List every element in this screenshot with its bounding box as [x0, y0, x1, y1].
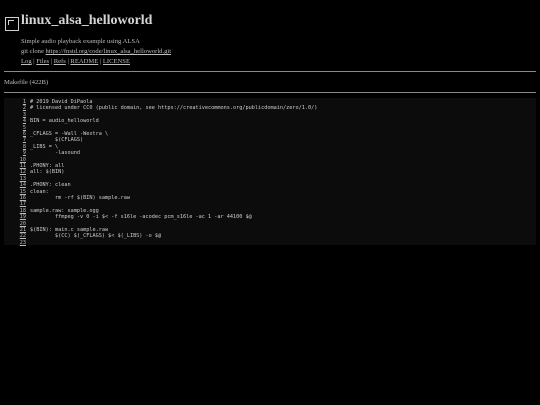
clone-prefix: git clone [21, 48, 46, 55]
nav-readme-link[interactable]: README [70, 58, 98, 65]
file-info: Makefile (422B) [4, 79, 49, 86]
repo-description: Simple audio playback example using ALSA [21, 38, 140, 45]
clone-url-link[interactable]: https://fnstd.org/code/linux_alsa_hellow… [46, 48, 172, 55]
clone-line: git clone https://fnstd.org/code/linux_a… [21, 48, 171, 55]
nav-log-link[interactable]: Log [21, 58, 32, 65]
nav-license-link[interactable]: LICENSE [103, 58, 130, 65]
nav-files-link[interactable]: Files [36, 58, 49, 65]
repo-title: linux_alsa_helloworld [21, 13, 153, 28]
header-divider [4, 71, 536, 72]
repo-logo-icon[interactable] [5, 17, 19, 31]
code-listing: 1 # 2019 David DiPaola 2 # licensed under C… [4, 98, 536, 246]
code-line: 23 [4, 240, 536, 246]
file-divider [4, 92, 536, 93]
line-number-link[interactable]: 23 [4, 240, 26, 246]
nav-refs-link[interactable]: Refs [54, 58, 66, 65]
repo-nav: Log | Files | Refs | README | LICENSE [21, 58, 130, 65]
page: linux_alsa_helloworld Simple audio playb… [0, 0, 540, 405]
